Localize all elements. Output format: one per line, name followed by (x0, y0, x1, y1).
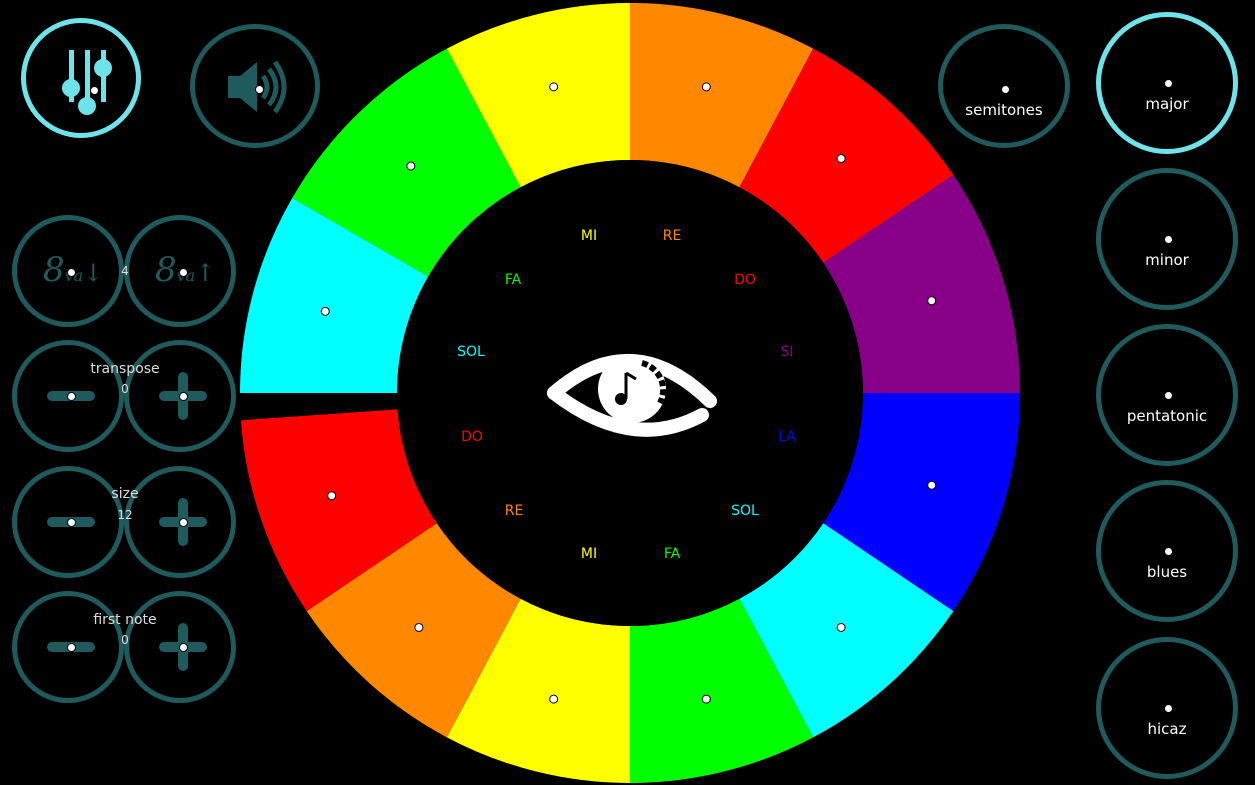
sound-dot (255, 85, 264, 94)
wheel-slice-dot (927, 480, 937, 490)
sliders-icon (62, 50, 112, 115)
scale-blues-button[interactable]: blues (1096, 480, 1238, 622)
note-label: MI (580, 546, 598, 562)
mixer-button[interactable] (21, 18, 141, 138)
first-note-minus-button[interactable] (12, 591, 124, 703)
scale-hicaz-label: hicaz (1147, 720, 1187, 738)
note-label: FA (663, 546, 681, 562)
wheel-slice-dot (320, 306, 330, 316)
first-note-label: first note (93, 612, 157, 628)
note-label: DO (461, 429, 483, 445)
first-note-plus-dot (179, 643, 188, 652)
size-minus-button[interactable] (12, 466, 124, 578)
scale-minor-dot (1164, 235, 1173, 244)
first-note-value: 0 (121, 633, 129, 647)
note-label: SOL (457, 344, 485, 360)
scale-pentatonic-button[interactable]: pentatonic (1096, 324, 1238, 466)
wheel-center (397, 160, 863, 626)
scale-blues-dot (1164, 547, 1173, 556)
note-label: RE (504, 503, 524, 519)
transpose-value: 0 (121, 382, 129, 396)
transpose-minus-dot (67, 392, 76, 401)
transpose-plus-button[interactable] (124, 340, 236, 452)
transpose-label: transpose (90, 361, 160, 377)
wheel-slice-dot (549, 82, 559, 92)
note-label: DO (734, 272, 756, 288)
scale-pentatonic-dot (1164, 391, 1173, 400)
first-note-minus-dot (67, 643, 76, 652)
scale-blues-label: blues (1146, 563, 1188, 581)
octave-up-dot (179, 268, 188, 277)
octave-down-button[interactable]: 8va↓ (12, 215, 124, 327)
note-label: LA (778, 429, 796, 445)
note-label: SOL (731, 503, 759, 519)
size-label: size (111, 486, 139, 502)
octave-value: 4 (121, 264, 129, 278)
size-minus-dot (67, 518, 76, 527)
scale-major-label: major (1145, 95, 1189, 113)
first-note-plus-button[interactable] (124, 591, 236, 703)
scale-hicaz-dot (1164, 704, 1173, 713)
transpose-minus-button[interactable] (12, 340, 124, 452)
semitones-label: semitones (965, 101, 1043, 119)
scale-minor-label: minor (1145, 251, 1189, 269)
scale-pentatonic-label: pentatonic (1126, 407, 1208, 425)
octave-down-dot (67, 268, 76, 277)
wheel-slice-dot (836, 622, 846, 632)
note-label: RE (662, 228, 682, 244)
wheel-slice-dot (701, 694, 711, 704)
scale-major-button[interactable]: major (1096, 12, 1238, 154)
size-plus-button[interactable] (124, 466, 236, 578)
app-frame: MI RE DO SI LA SOL FA MI RE DO SOL FA 8 … (0, 0, 1255, 785)
wheel-slice-dot (406, 161, 416, 171)
scale-minor-button[interactable]: minor (1096, 168, 1238, 310)
size-value: 12 (117, 508, 133, 522)
scale-hicaz-button[interactable]: hicaz (1096, 637, 1238, 779)
wheel-slice-dot (927, 296, 937, 306)
size-plus-dot (179, 518, 188, 527)
wheel-slice-dot (414, 622, 424, 632)
note-label: FA (504, 272, 522, 288)
mixer-dot (90, 86, 99, 95)
octave-up-button[interactable]: 8va↑ (124, 215, 236, 327)
scale-major-dot (1164, 79, 1173, 88)
transpose-plus-dot (179, 392, 188, 401)
wheel-slice-dot (549, 694, 559, 704)
semitones-dot (1001, 85, 1010, 94)
sound-button[interactable] (190, 24, 320, 148)
note-label: MI (580, 228, 598, 244)
wheel-slice-dot (327, 491, 337, 501)
wheel-slice-dot (701, 82, 711, 92)
wheel-slice-dot (836, 154, 846, 164)
semitones-button[interactable]: semitones (938, 24, 1070, 148)
note-label: SI (780, 344, 794, 360)
